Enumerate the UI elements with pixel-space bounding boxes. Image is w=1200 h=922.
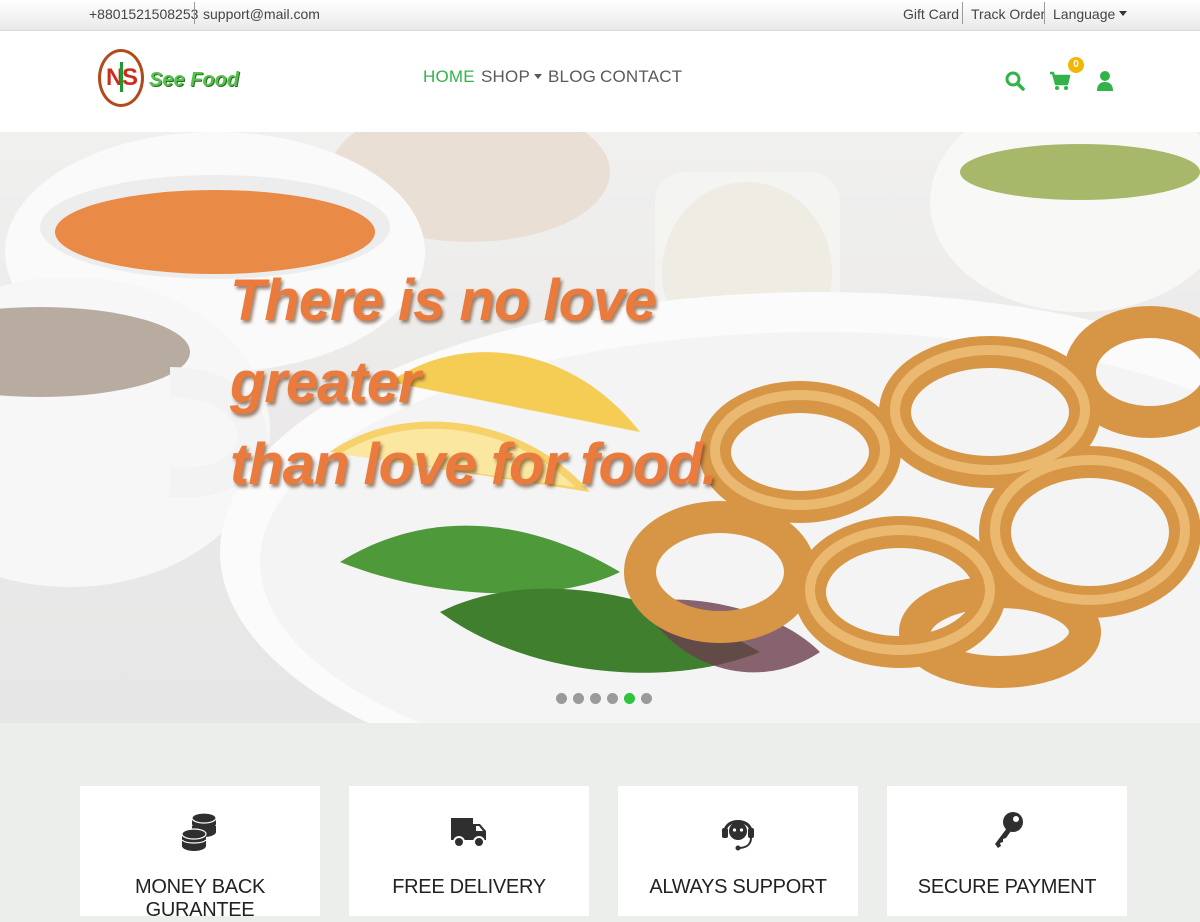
language-dropdown[interactable]: Language bbox=[1053, 0, 1128, 28]
slider-dot[interactable] bbox=[573, 693, 584, 704]
slider-dot[interactable] bbox=[641, 693, 652, 704]
truck-icon bbox=[451, 818, 486, 848]
slider-dot[interactable] bbox=[590, 693, 601, 704]
search-icon[interactable] bbox=[1003, 69, 1027, 93]
site-header: N S See Food HOME SHOP BLOG CONTACT 0 bbox=[0, 31, 1200, 132]
slider-dot[interactable] bbox=[556, 693, 567, 704]
slider-dot[interactable] bbox=[607, 693, 618, 704]
feature-label: FREE DELIVERY bbox=[392, 876, 546, 898]
feature-money-back: MONEY BACK GURANTEE bbox=[80, 786, 320, 921]
chevron-down-icon bbox=[533, 74, 542, 79]
nav-shop[interactable]: SHOP bbox=[481, 67, 542, 87]
gift-card-link[interactable]: Gift Card bbox=[903, 0, 959, 28]
hero-quote-line-1: There is no love greater bbox=[230, 268, 657, 415]
feature-free-delivery: FREE DELIVERY bbox=[349, 786, 589, 916]
language-label: Language bbox=[1053, 6, 1116, 22]
slider-dots bbox=[556, 691, 658, 705]
hero-quote: There is no love greater than love for f… bbox=[230, 260, 850, 506]
top-bar: +8801521508253 support@mail.com Gift Car… bbox=[0, 0, 1200, 31]
feature-secure-payment: SECURE PAYMENT bbox=[887, 786, 1127, 916]
logo[interactable]: N S bbox=[98, 49, 144, 107]
hero-quote-line-2: than love for food. bbox=[230, 432, 718, 497]
nav-home[interactable]: HOME bbox=[423, 67, 475, 87]
nav-blog[interactable]: BLOG bbox=[548, 67, 596, 87]
chevron-down-icon bbox=[1119, 11, 1128, 16]
support-email[interactable]: support@mail.com bbox=[203, 0, 320, 28]
feature-label: SECURE PAYMENT bbox=[917, 876, 1097, 898]
nav-shop-label: SHOP bbox=[481, 67, 530, 86]
key-icon bbox=[995, 812, 1023, 848]
coins-icon bbox=[181, 812, 217, 851]
feature-label: ALWAYS SUPPORT bbox=[649, 876, 827, 898]
hero-slider[interactable]: There is no love greater than love for f… bbox=[0, 132, 1200, 723]
headset-icon bbox=[722, 820, 754, 851]
cart-icon[interactable] bbox=[1048, 69, 1072, 93]
nav-contact[interactable]: CONTACT bbox=[600, 67, 682, 87]
divider bbox=[194, 2, 195, 24]
track-order-link[interactable]: Track Order bbox=[971, 0, 1045, 28]
slider-dot-active[interactable] bbox=[624, 693, 635, 704]
cart-count-badge: 0 bbox=[1068, 57, 1084, 73]
divider bbox=[1044, 2, 1045, 24]
phone-number: +8801521508253 bbox=[89, 6, 199, 22]
feature-always-support: ALWAYS SUPPORT bbox=[618, 786, 858, 916]
feature-label: MONEY BACK GURANTEE bbox=[135, 876, 265, 921]
user-icon[interactable] bbox=[1093, 69, 1117, 93]
logo-letter-s: S bbox=[122, 64, 139, 91]
divider bbox=[962, 2, 963, 24]
brand-name[interactable]: See Food bbox=[149, 69, 239, 92]
